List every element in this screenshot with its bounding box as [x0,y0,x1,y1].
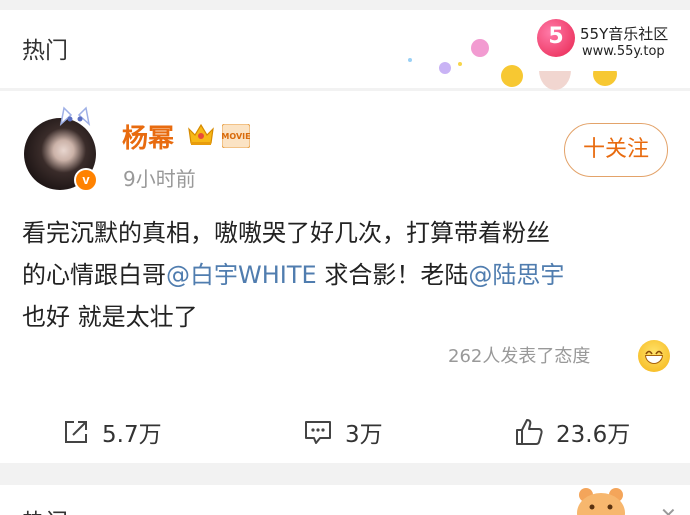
comment-count: 3万 [345,422,383,448]
watermark-logo: 5 [537,19,575,57]
action-bar: 5.7万 3万 23.6万 [0,410,690,454]
movie-badge-icon: MOVIE [222,124,250,148]
like-icon [516,419,543,445]
verified-icon: v [74,168,98,192]
bear-icon [577,488,625,515]
close-icon[interactable]: ✕ [660,503,677,515]
reactions-summary[interactable]: 262人发表了态度 [448,342,590,368]
share-button[interactable]: 5.7万 [62,410,162,454]
avatar[interactable]: v [24,106,100,192]
share-icon [65,421,87,443]
post-time: 9小时前 [123,167,196,191]
like-count: 23.6万 [556,422,631,448]
mention-baiyu[interactable]: @白宇WHITE [166,261,317,289]
share-count: 5.7万 [102,422,162,448]
watermark: 5 55Y音乐社区 www.55y.top [530,15,685,71]
watermark-url: www.55y.top [582,44,665,59]
post-line-3: 也好 就是太壮了 [22,303,198,331]
comment-button[interactable]: 3万 [303,410,383,454]
watermark-name: 55Y音乐社区 [580,25,669,43]
post-line-2: 的心情跟白哥@白宇WHITE 求合影！老陆@陆思宇 [22,261,565,289]
post-text: 看完沉默的真相，嗷嗷哭了好几次，打算带着粉丝 的心情跟白哥@白宇WHITE 求合… [22,212,682,338]
smiley-icon[interactable] [638,340,670,372]
top-strip [0,0,690,10]
crown-icon [188,123,214,145]
svg-text:MOVIE: MOVIE [222,132,250,141]
author-name[interactable]: 杨幂 [122,118,174,155]
mention-lusiyu[interactable]: @陆思宇 [468,261,564,289]
section-title-hot: 热门 [22,38,68,64]
comment-icon [305,421,331,444]
post-line-1: 看完沉默的真相，嗷嗷哭了好几次，打算带着粉丝 [22,219,550,247]
avatar-pendant-icon [59,106,91,126]
like-button[interactable]: 23.6万 [514,410,630,454]
follow-button[interactable]: 十关注 [564,123,668,177]
section-title-hot-2: 热门 [22,503,68,515]
